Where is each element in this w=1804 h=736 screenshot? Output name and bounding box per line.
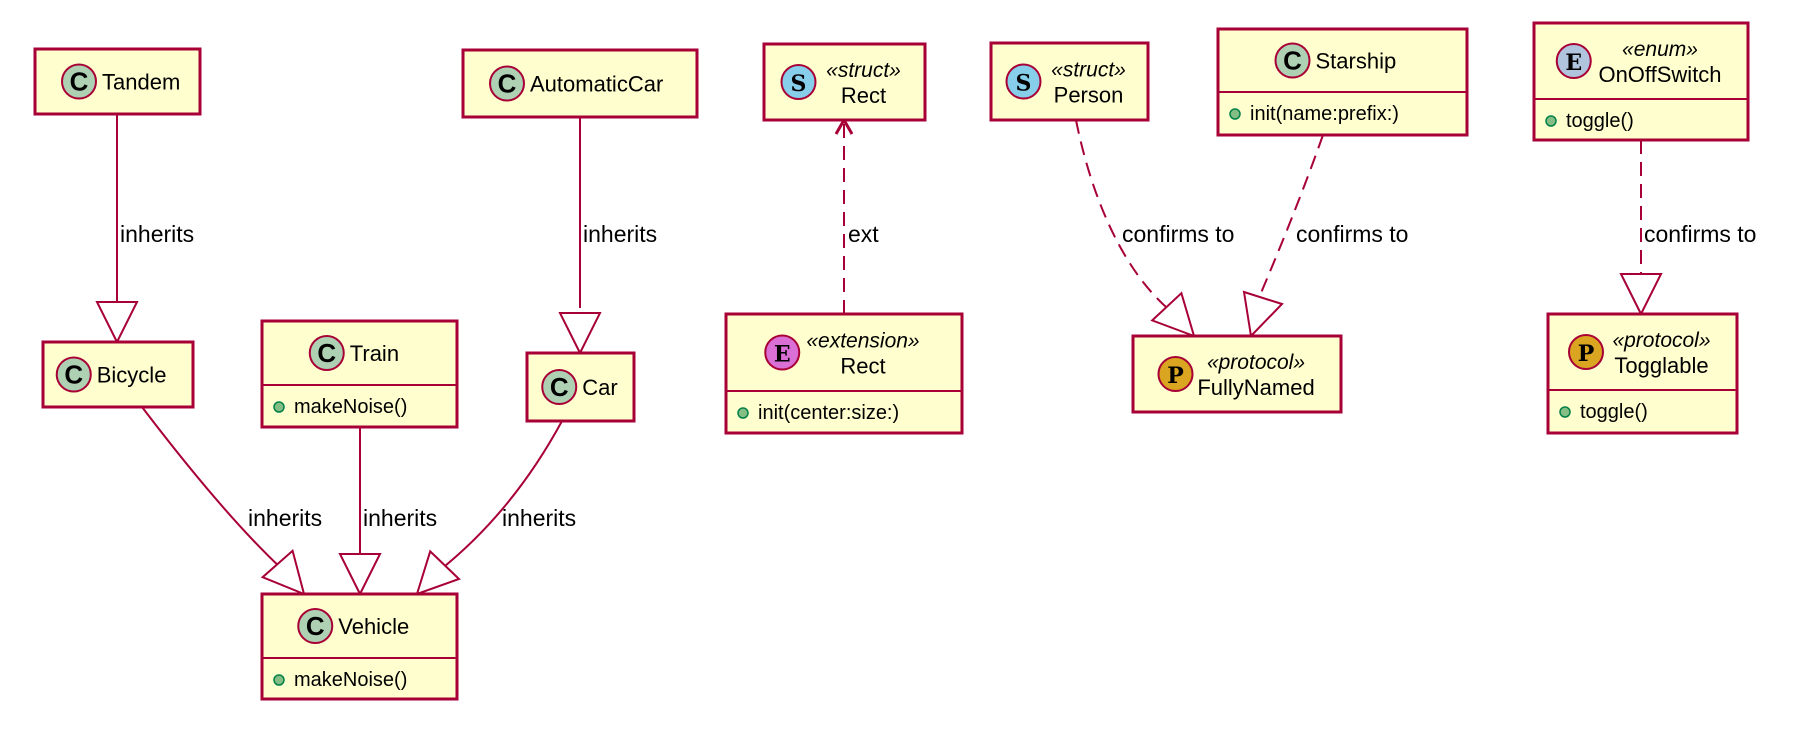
- edge-label: inherits: [363, 505, 437, 531]
- node-name: FullyNamed: [1197, 375, 1314, 400]
- edge-line: [141, 406, 284, 571]
- edge-bicycle-to-vehicle[interactable]: inherits: [141, 406, 322, 596]
- node-rect-extension[interactable]: E «extension»Rect init(center:size:): [724, 312, 964, 435]
- edge-label: confirms to: [1644, 221, 1756, 247]
- badge-letter: C: [70, 67, 89, 97]
- badge-letter: C: [550, 372, 569, 402]
- member-method: toggle(): [1566, 110, 1634, 132]
- edge-label: inherits: [583, 221, 657, 247]
- badge-letter: P: [1578, 341, 1595, 367]
- badge-letter: E: [774, 342, 791, 368]
- badge-letter: P: [1167, 363, 1184, 389]
- edge-automaticcar-to-car[interactable]: inherits: [558, 117, 657, 356]
- stereotype-label: «protocol»: [1207, 351, 1305, 374]
- node-name: Person: [1054, 83, 1124, 108]
- badge-letter: E: [1565, 50, 1582, 76]
- edge-label: inherits: [248, 505, 322, 531]
- node-name: Tandem: [102, 70, 180, 95]
- edge-label: inherits: [502, 505, 576, 531]
- badge-letter: S: [1016, 71, 1032, 97]
- edge-label: confirms to: [1296, 221, 1408, 247]
- edge-rect-extension-to-rect-struct[interactable]: ext: [834, 116, 879, 314]
- edge-line: [1075, 119, 1174, 314]
- node-name: OnOffSwitch: [1598, 62, 1721, 87]
- member-method: init(center:size:): [758, 402, 899, 424]
- public-method-icon: [273, 674, 285, 686]
- node-name: Car: [582, 375, 617, 400]
- node-name: Starship: [1316, 49, 1397, 74]
- node-vehicle[interactable]: C Vehicle makeNoise(): [260, 592, 459, 701]
- public-method-icon: [273, 401, 285, 413]
- edge-train-to-vehicle[interactable]: inherits: [338, 427, 437, 597]
- node-tandem[interactable]: C Tandem: [33, 47, 202, 116]
- public-method-icon: [1229, 108, 1241, 120]
- nodes-layer: C Tandem C Bicycle C Train makeNoise() C Automat…: [33, 21, 1750, 701]
- edge-starship-to-fullynamed[interactable]: confirms to: [1242, 134, 1408, 339]
- node-name: Train: [350, 341, 399, 366]
- member-method: makeNoise(): [294, 396, 407, 418]
- badge-letter: C: [306, 611, 325, 641]
- stereotype-label: «struct»: [1051, 59, 1126, 82]
- node-person[interactable]: S «struct»Person: [989, 41, 1150, 122]
- node-starship[interactable]: C Starship init(name:prefix:): [1216, 27, 1469, 137]
- edge-line: [1257, 134, 1324, 301]
- node-name: Rect: [841, 83, 886, 108]
- edge-label: inherits: [120, 221, 194, 247]
- node-rect-struct[interactable]: S «struct»Rect: [762, 42, 927, 122]
- edge-person-to-fullynamed[interactable]: confirms to: [1075, 119, 1234, 338]
- badge-letter: S: [791, 71, 807, 97]
- node-automaticcar[interactable]: C AutomaticCar: [461, 48, 699, 119]
- uml-diagram: inherits inherits inherits inherits inherits…: [33, 21, 1756, 701]
- edge-onoffswitch-to-togglable[interactable]: confirms to: [1619, 140, 1756, 317]
- public-method-icon: [1545, 115, 1557, 127]
- badge-letter: C: [1283, 46, 1302, 76]
- badge-letter: C: [317, 338, 336, 368]
- edge-tandem-to-bicycle[interactable]: inherits: [95, 114, 194, 345]
- edge-label: confirms to: [1122, 221, 1234, 247]
- public-method-icon: [1559, 406, 1571, 418]
- node-name: Togglable: [1614, 353, 1708, 378]
- member-method: toggle(): [1580, 401, 1648, 423]
- edge-car-to-vehicle[interactable]: inherits: [415, 420, 576, 596]
- node-name: Rect: [840, 354, 885, 379]
- stereotype-label: «struct»: [826, 59, 901, 82]
- badge-letter: C: [64, 360, 83, 390]
- node-name: Bicycle: [97, 363, 167, 388]
- stereotype-label: «protocol»: [1612, 329, 1710, 352]
- generalization-arrowhead-icon: [1619, 273, 1663, 317]
- node-togglable[interactable]: P «protocol»Togglable toggle(): [1546, 312, 1739, 435]
- node-train[interactable]: C Train makeNoise(): [260, 319, 459, 429]
- generalization-arrowhead-icon: [1242, 290, 1284, 339]
- node-name: Vehicle: [338, 614, 409, 639]
- public-method-icon: [737, 407, 749, 419]
- node-fullynamed[interactable]: P «protocol»FullyNamed: [1131, 334, 1343, 414]
- generalization-arrowhead-icon: [95, 301, 139, 345]
- member-method: init(name:prefix:): [1250, 103, 1399, 125]
- edge-line: [439, 420, 563, 571]
- node-bicycle[interactable]: C Bicycle: [41, 340, 195, 409]
- stereotype-label: «enum»: [1622, 38, 1698, 61]
- node-name: AutomaticCar: [530, 72, 663, 97]
- node-onoffswitch[interactable]: E «enum»OnOffSwitch toggle(): [1532, 21, 1750, 142]
- member-method: makeNoise(): [294, 669, 407, 691]
- generalization-arrowhead-icon: [558, 312, 602, 356]
- node-car[interactable]: C Car: [525, 351, 636, 423]
- badge-letter: C: [498, 69, 517, 99]
- stereotype-label: «extension»: [806, 330, 919, 353]
- edge-label: ext: [848, 221, 879, 247]
- generalization-arrowhead-icon: [415, 549, 461, 596]
- generalization-arrowhead-icon: [338, 553, 382, 597]
